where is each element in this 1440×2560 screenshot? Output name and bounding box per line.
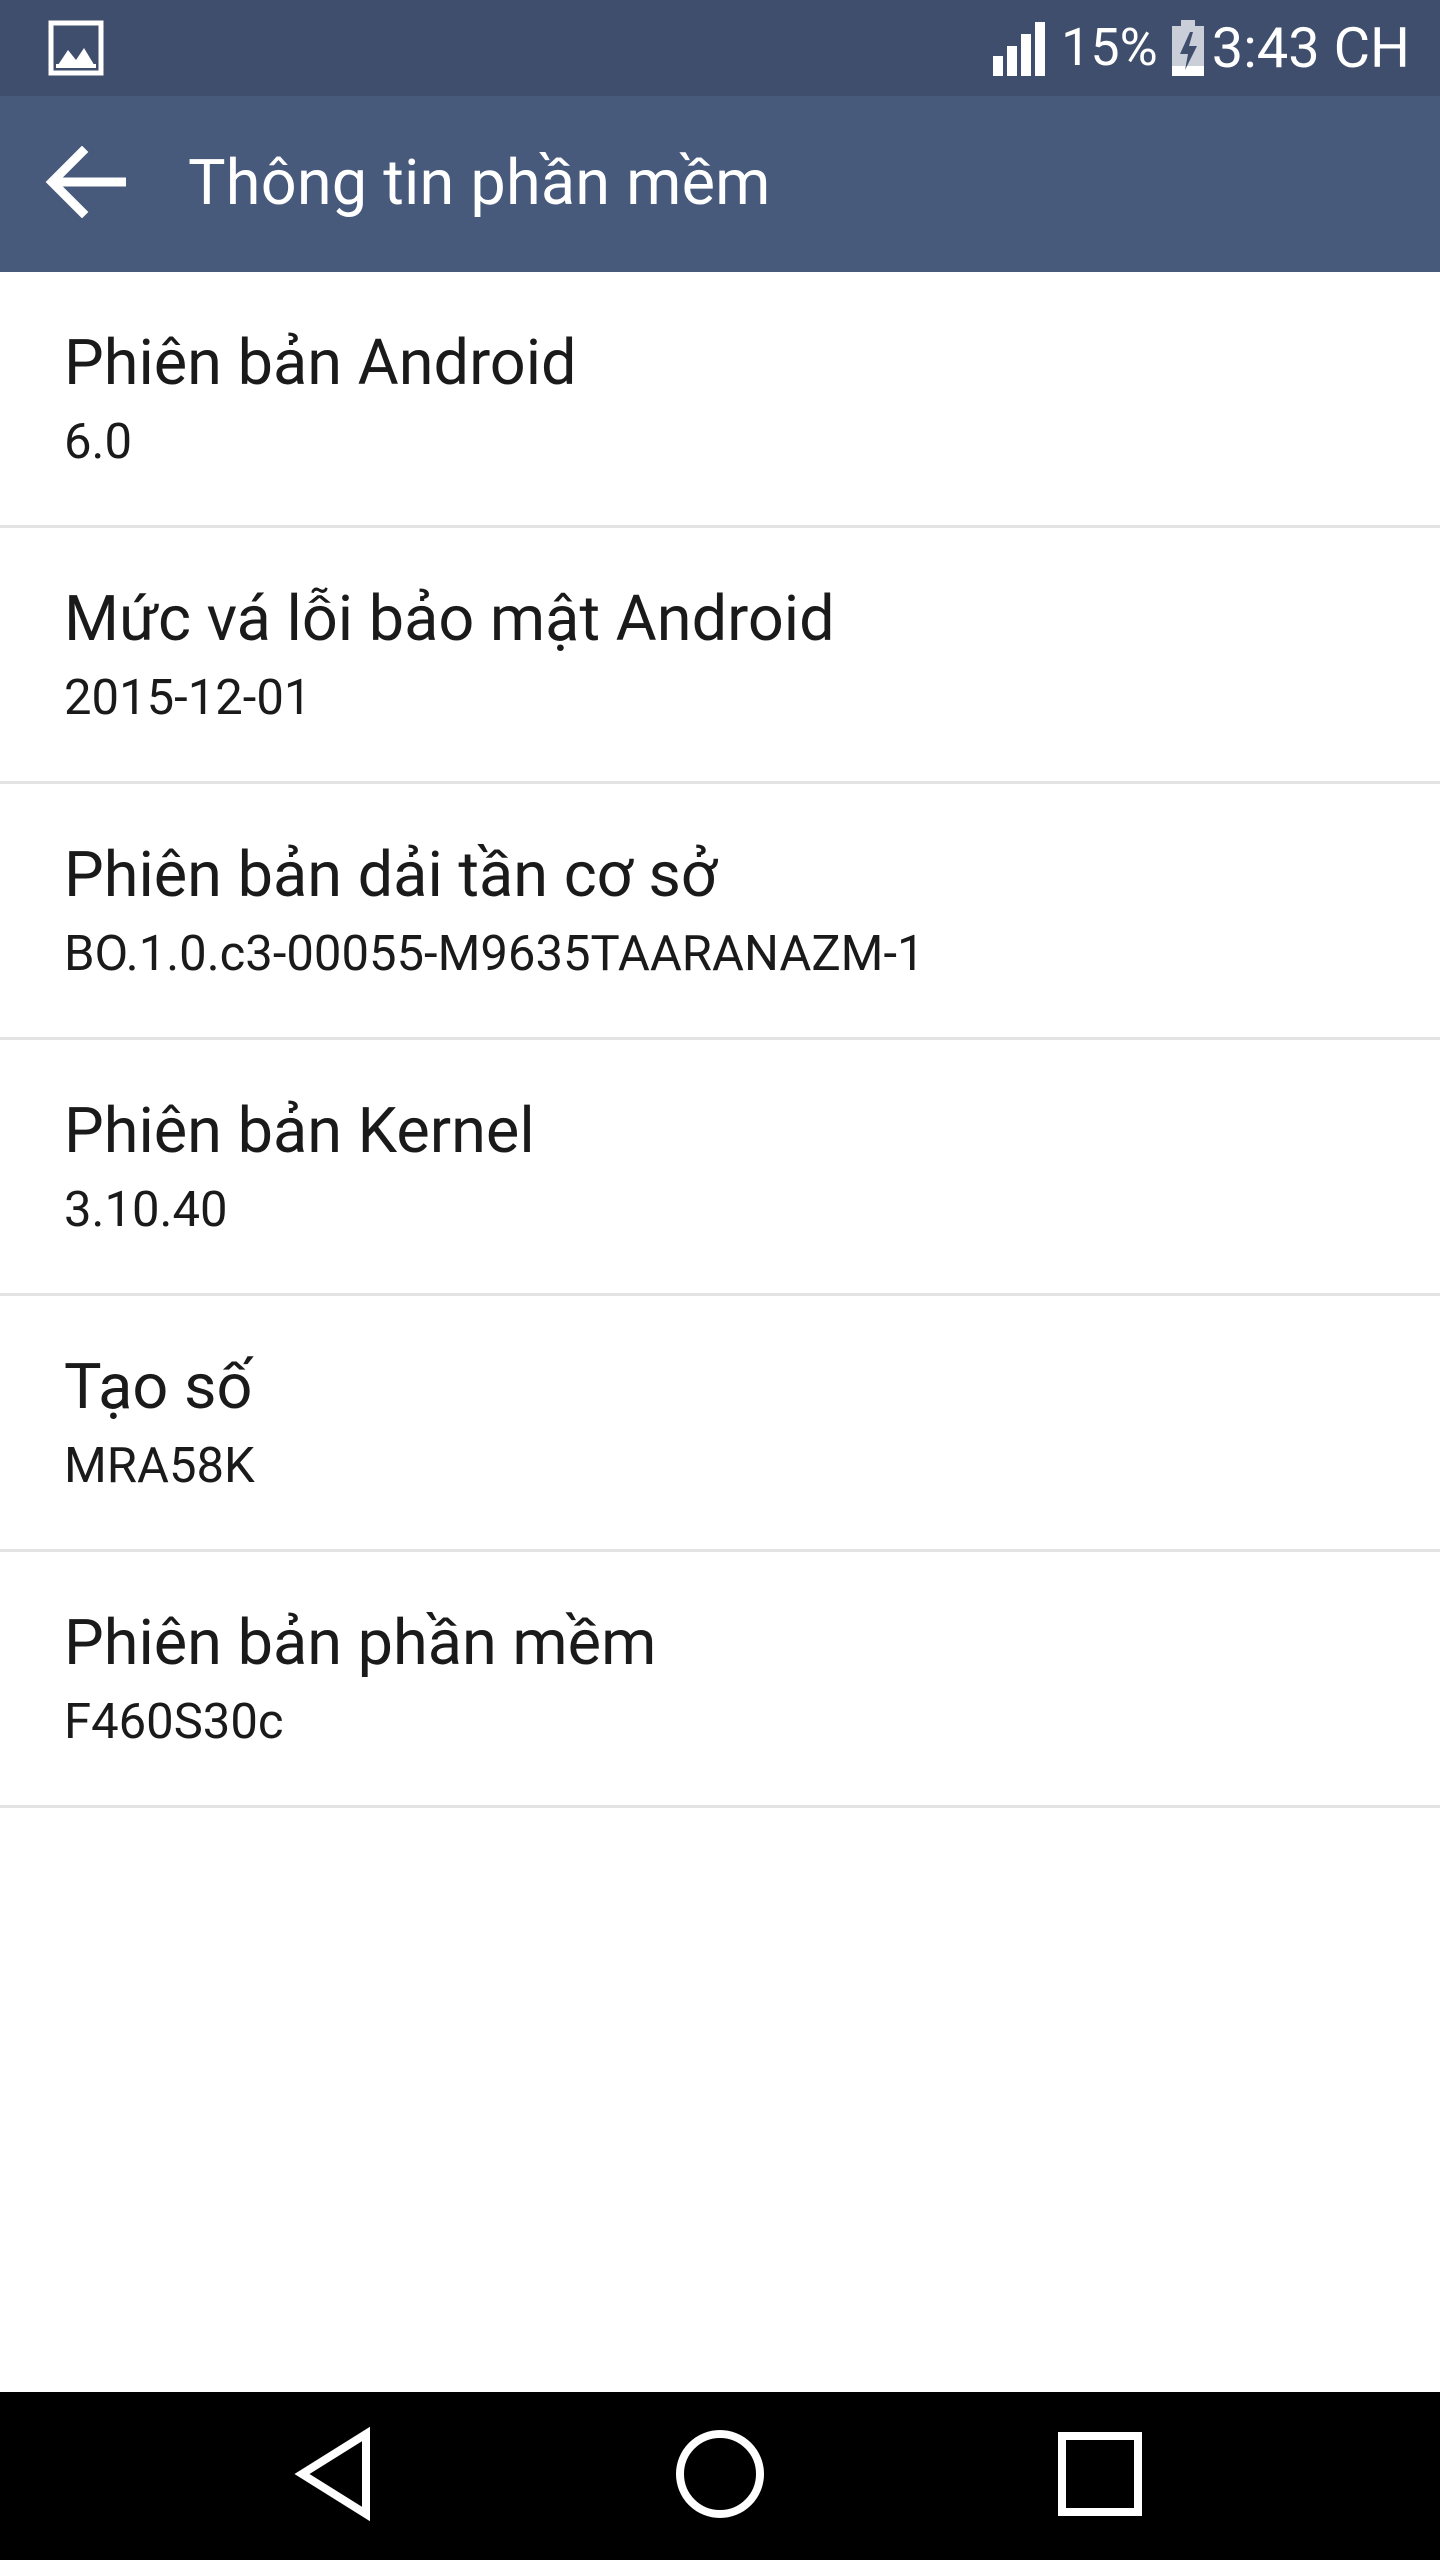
app-bar: Thông tin phần mềm <box>0 96 1440 272</box>
list-item-android-version[interactable]: Phiên bản Android 6.0 <box>0 272 1440 528</box>
signal-icon <box>991 20 1049 76</box>
list-item-security-patch[interactable]: Mức vá lỗi bảo mật Android 2015-12-01 <box>0 528 1440 784</box>
back-arrow-icon <box>44 145 132 222</box>
item-value: 3.10.40 <box>64 1181 228 1238</box>
item-title: Phiên bản Kernel <box>64 1095 535 1168</box>
nav-recents-button[interactable] <box>1000 2392 1200 2560</box>
back-button[interactable] <box>36 132 140 236</box>
nav-home-circle-icon <box>670 2424 770 2528</box>
status-bar: 15% 3:43 CH <box>0 0 1440 96</box>
battery-percent: 15% <box>1061 17 1158 78</box>
nav-recents-square-icon <box>1050 2424 1150 2528</box>
page-title: Thông tin phần mềm <box>188 147 771 220</box>
list-item-software-version[interactable]: Phiên bản phần mềm F460S30c <box>0 1552 1440 1808</box>
item-value: 2015-12-01 <box>64 669 312 726</box>
item-title: Phiên bản dải tần cơ sở <box>64 839 717 912</box>
item-value: BO.1.0.c3-00055-M9635TAARANAZM-1 <box>64 925 925 982</box>
image-notification-icon <box>48 20 104 76</box>
item-value: MRA58K <box>64 1437 255 1494</box>
nav-back-button[interactable] <box>240 2392 440 2560</box>
list-item-build-number[interactable]: Tạo số MRA58K <box>0 1296 1440 1552</box>
battery-charging-icon <box>1170 18 1206 78</box>
navigation-bar <box>0 2392 1440 2560</box>
nav-back-triangle-icon <box>290 2424 390 2528</box>
status-right-group: 15% 3:43 CH <box>991 0 1410 96</box>
clock: 3:43 CH <box>1211 15 1410 81</box>
item-title: Tạo số <box>64 1351 253 1424</box>
list-item-kernel-version[interactable]: Phiên bản Kernel 3.10.40 <box>0 1040 1440 1296</box>
nav-home-button[interactable] <box>620 2392 820 2560</box>
list-item-baseband-version[interactable]: Phiên bản dải tần cơ sở BO.1.0.c3-00055-… <box>0 784 1440 1040</box>
item-value: 6.0 <box>64 413 132 470</box>
item-title: Phiên bản Android <box>64 327 577 400</box>
item-title: Mức vá lỗi bảo mật Android <box>64 583 835 656</box>
item-value: F460S30c <box>64 1693 284 1750</box>
item-title: Phiên bản phần mềm <box>64 1607 657 1680</box>
software-info-list: Phiên bản Android 6.0 Mức vá lỗi bảo mật… <box>0 272 1440 1808</box>
